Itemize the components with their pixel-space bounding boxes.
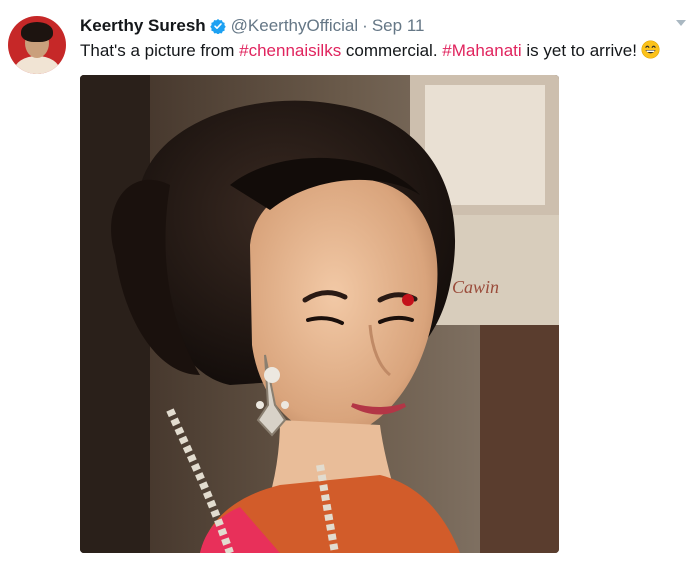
- tweet-card[interactable]: Keerthy Suresh @KeerthyOfficial · Sep 11…: [0, 0, 700, 574]
- avatar-body-shape: [14, 56, 60, 74]
- author-name[interactable]: Keerthy Suresh: [80, 16, 206, 36]
- verified-badge-icon: [209, 19, 226, 34]
- portrait-photo-illustration: Cawin: [80, 75, 559, 553]
- tweet-text-part-1: That's a picture from: [80, 41, 240, 60]
- tweet-text-part-2: commercial.: [341, 41, 443, 60]
- tweet-menu-caret-icon[interactable]: [676, 20, 686, 26]
- meta-separator: ·: [362, 16, 368, 35]
- tweet-photo[interactable]: Cawin: [80, 75, 559, 553]
- tweet-header: Keerthy Suresh @KeerthyOfficial · Sep 11: [80, 15, 424, 37]
- hashtag-chennaisilks[interactable]: #chennaisilks: [239, 41, 341, 60]
- author-avatar[interactable]: [8, 16, 66, 74]
- grinning-face-icon: [641, 40, 660, 59]
- box-label: Cawin: [452, 277, 499, 297]
- tweet-text: That's a picture from #chennaisilks comm…: [80, 40, 660, 62]
- tweet-date[interactable]: Sep 11: [372, 16, 425, 36]
- tweet-text-part-3: is yet to arrive!: [521, 41, 637, 60]
- avatar-hair-shape: [21, 22, 53, 42]
- hashtag-mahanati[interactable]: #Mahanati: [442, 41, 521, 60]
- author-handle[interactable]: @KeerthyOfficial: [231, 16, 359, 36]
